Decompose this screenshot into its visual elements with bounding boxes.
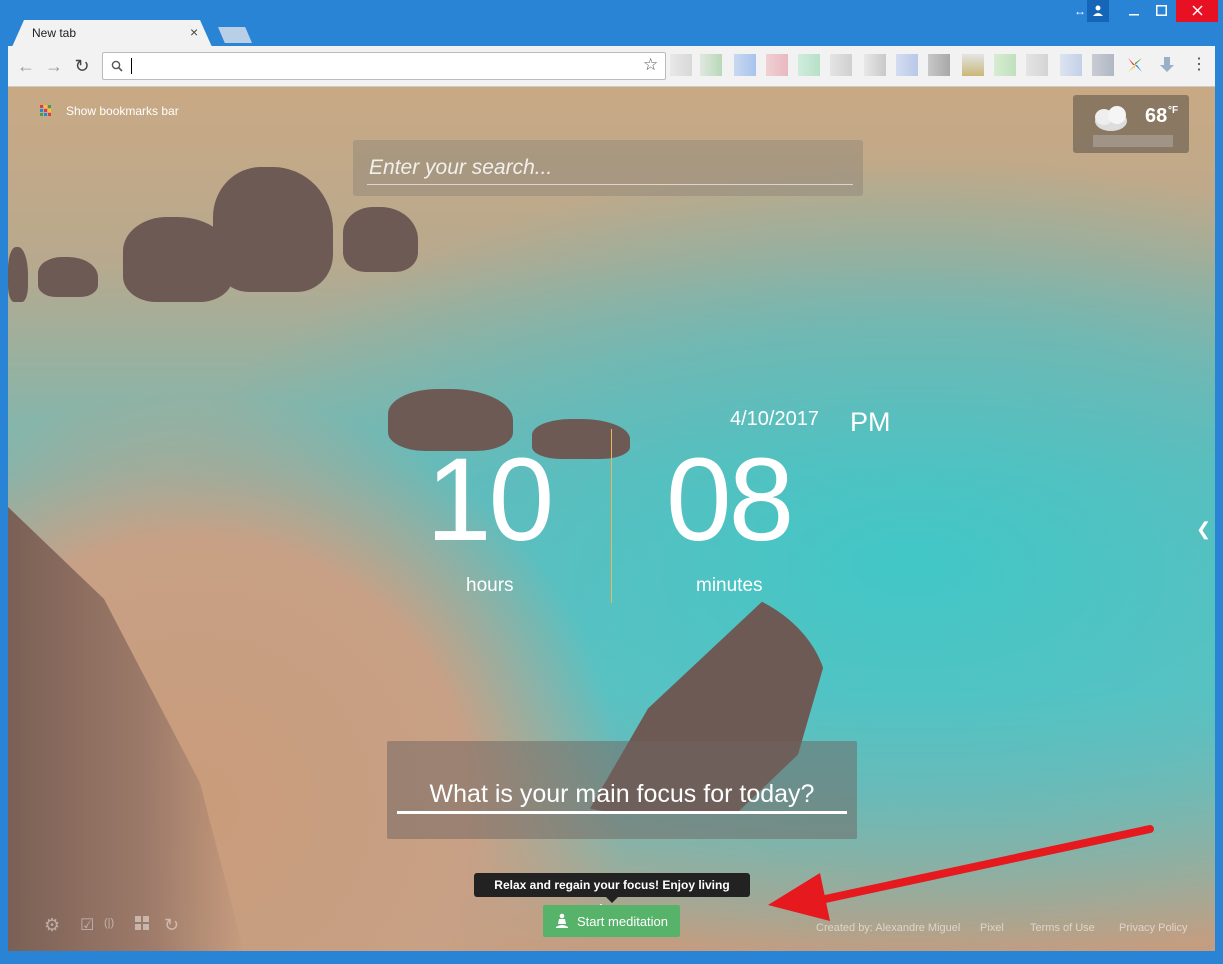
extension-icon[interactable] (700, 54, 722, 76)
close-window-button[interactable] (1176, 0, 1218, 22)
text-cursor (131, 58, 132, 74)
new-tab-page: Show bookmarks bar 68 °F 4/10/2017 PM 10… (8, 87, 1215, 951)
menu-icon[interactable]: ⋮ (1188, 54, 1210, 76)
extension-icon[interactable] (864, 54, 886, 76)
forward-arrow-icon[interactable]: → (42, 54, 66, 78)
extension-icon[interactable] (734, 54, 756, 76)
extension-icon[interactable] (896, 54, 918, 76)
extension-icon[interactable] (928, 54, 950, 76)
focus-input[interactable]: What is your main focus for today? (397, 777, 847, 814)
search-box (353, 140, 863, 196)
todo-count-icon[interactable]: (|) (104, 917, 114, 929)
show-bookmarks-bar-label: Show bookmarks bar (66, 104, 179, 118)
side-panel-toggle[interactable]: ❮ (1196, 519, 1211, 540)
meditation-tooltip: Relax and regain your focus! Enjoy livin… (474, 873, 750, 916)
meditation-person-icon (555, 913, 568, 928)
weather-temperature: 68 (1145, 105, 1168, 127)
extension-icon[interactable] (670, 54, 692, 76)
apps-icon[interactable] (134, 915, 150, 936)
weather-widget[interactable]: 68 °F (1073, 95, 1189, 153)
back-arrow-icon[interactable]: ← (14, 54, 38, 78)
background-rock (343, 207, 418, 272)
resize-icon[interactable]: ↔ (1072, 0, 1088, 22)
background-rock (213, 167, 333, 292)
bookmark-star-icon[interactable]: ☆ (643, 55, 658, 75)
extension-icon[interactable] (1060, 54, 1082, 76)
todo-checkbox-icon[interactable]: ☑ (80, 915, 94, 935)
minutes-label: minutes (696, 575, 763, 596)
show-bookmarks-bar[interactable]: Show bookmarks bar (40, 104, 179, 118)
extension-icon[interactable] (994, 54, 1016, 76)
browser-window: New tab × ↔ ← → ↻ ☆ ⋮ Show bookmarks bar… (0, 0, 1223, 964)
clock-divider (611, 429, 612, 603)
tab-close-icon[interactable]: × (190, 24, 198, 40)
apps-grid-icon (40, 105, 52, 117)
tab-new-tab[interactable]: New tab × (12, 20, 212, 47)
extension-icon[interactable] (1026, 54, 1048, 76)
weather-location (1093, 135, 1173, 147)
profile-icon[interactable] (1087, 0, 1109, 22)
extension-icon[interactable] (798, 54, 820, 76)
search-icon (111, 60, 123, 72)
ampm-display: PM (850, 407, 891, 437)
extension-icon[interactable] (962, 54, 984, 76)
clock-hours: 10 (426, 434, 554, 566)
minimize-button[interactable] (1122, 0, 1146, 22)
search-input[interactable] (367, 152, 853, 185)
weather-unit: °F (1168, 105, 1179, 116)
extension-icon[interactable] (830, 54, 852, 76)
new-tab-button[interactable] (218, 27, 252, 43)
settings-gear-icon[interactable]: ⚙ (44, 915, 60, 936)
maximize-button[interactable] (1149, 0, 1173, 22)
extension-icon[interactable] (1092, 54, 1114, 76)
annotation-arrow (768, 825, 1154, 921)
cloud-icon (1095, 106, 1127, 131)
refresh-background-icon[interactable]: ↻ (164, 915, 179, 936)
extension-icon[interactable] (766, 54, 788, 76)
browser-toolbar: ← → ↻ ☆ ⋮ (8, 46, 1215, 87)
address-bar[interactable]: ☆ (102, 52, 666, 80)
background-rock (8, 247, 28, 302)
title-bar: New tab × ↔ (0, 0, 1223, 47)
tab-title: New tab (32, 26, 77, 40)
start-meditation-label: Start meditation (576, 913, 669, 929)
clock-minutes: 08 (666, 434, 794, 566)
background-rock (38, 257, 98, 297)
pinwheel-extension-icon[interactable] (1124, 54, 1146, 76)
download-arrow-icon[interactable] (1156, 54, 1178, 76)
date-display: 4/10/2017 (730, 408, 819, 430)
start-meditation-button[interactable]: Start meditation (543, 905, 680, 937)
reload-icon[interactable]: ↻ (70, 54, 94, 78)
hours-label: hours (466, 575, 514, 596)
